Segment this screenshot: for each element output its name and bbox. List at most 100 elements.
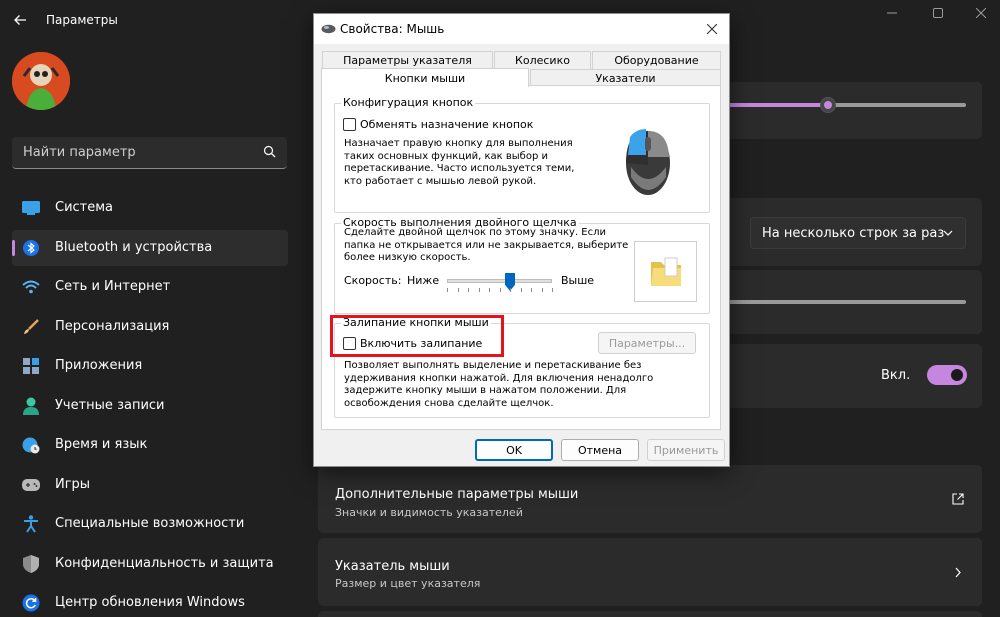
arrow-left-icon: [14, 15, 26, 25]
sidebar-item-windows-update[interactable]: Центр обновления Windows: [12, 585, 288, 617]
sidebar-item-personalization[interactable]: Персонализация: [12, 309, 288, 345]
sidebar-item-network[interactable]: Сеть и Интернет: [12, 269, 288, 305]
slider-tick: [447, 288, 448, 292]
sidebar-item-label: Конфиденциальность и защита: [55, 555, 274, 571]
group-title: Конфигурация кнопок: [341, 96, 476, 109]
folder-icon: [651, 257, 681, 286]
close-window-button[interactable]: [958, 2, 1000, 24]
tab-buttons[interactable]: Кнопки мыши: [321, 68, 529, 87]
toggle-state-label: Вкл.: [881, 368, 911, 383]
gamepad-icon: [22, 476, 40, 494]
sidebar-item-system[interactable]: Система: [12, 190, 288, 226]
swap-buttons-checkbox[interactable]: [343, 118, 356, 131]
slider-tick: [510, 288, 511, 292]
sidebar-item-label: Сеть и Интернет: [55, 279, 171, 294]
mouse-properties-dialog: Свойства: Мышь Параметры указателя Колес…: [313, 13, 730, 467]
minimize-icon: [887, 12, 897, 14]
group-title: Залипание кнопки мыши: [341, 316, 491, 329]
slider-filled-track: [718, 103, 828, 107]
sidebar-item-label: Bluetooth и устройства: [55, 239, 213, 255]
back-button[interactable]: [6, 6, 34, 34]
slider-tick: [468, 288, 469, 292]
slider-track[interactable]: [718, 300, 966, 304]
speed-high-label: Выше: [561, 274, 595, 287]
double-click-description: Сделайте двойной щелчок по этому значку.…: [344, 227, 629, 263]
slider-tick: [478, 288, 480, 292]
slider-tick: [457, 288, 459, 292]
search-icon[interactable]: [263, 145, 277, 159]
inactive-window-scroll-toggle[interactable]: [927, 365, 967, 385]
additional-mouse-settings-card[interactable]: Дополнительные параметры мыши Значки и в…: [318, 465, 982, 533]
sidebar-item-label: Специальные возможности: [55, 516, 245, 531]
display-icon: [22, 199, 40, 217]
sidebar-item-label: Система: [55, 200, 114, 215]
swap-buttons-label: Обменять назначение кнопок: [360, 118, 534, 131]
next-card: [318, 611, 982, 617]
sidebar-item-gaming[interactable]: Игры: [12, 467, 288, 503]
sidebar-item-accessibility[interactable]: Специальные возможности: [12, 506, 288, 542]
click-lock-checkbox[interactable]: [343, 337, 356, 350]
chevron-right-icon: [955, 567, 961, 578]
speed-low-label: Ниже: [407, 274, 440, 287]
maximize-icon: [933, 8, 943, 18]
ok-button[interactable]: OK: [475, 439, 553, 461]
slider-tick: [499, 288, 501, 292]
minimize-button[interactable]: [869, 2, 915, 24]
bluetooth-icon: [22, 239, 40, 257]
slider-thumb[interactable]: [820, 97, 836, 113]
slider-tick: [489, 288, 490, 292]
card-subtitle: Значки и видимость указателей: [335, 506, 523, 519]
click-lock-label: Включить залипание: [360, 337, 483, 350]
avatar[interactable]: [12, 52, 70, 110]
sidebar-item-label: Время и язык: [55, 437, 148, 452]
sidebar-item-label: Центр обновления Windows: [55, 595, 245, 610]
sidebar-item-apps[interactable]: Приложения: [12, 348, 288, 384]
speed-label: Скорость:: [344, 274, 402, 287]
avatar-image: [12, 52, 70, 110]
double-click-speed-track[interactable]: [447, 279, 552, 283]
close-icon: [976, 8, 986, 18]
dialog-titlebar: Свойства: Мышь: [314, 14, 729, 44]
maximize-button[interactable]: [915, 2, 961, 24]
globe-clock-icon: [22, 436, 40, 454]
card-title: Дополнительные параметры мыши: [335, 487, 579, 502]
chevron-down-icon: [943, 230, 953, 236]
dialog-close-button[interactable]: [703, 20, 721, 38]
card-subtitle: Размер и цвет указателя: [335, 577, 481, 590]
sidebar-item-privacy[interactable]: Конфиденциальность и защита: [12, 546, 288, 582]
tab-hardware[interactable]: Оборудование: [592, 51, 721, 69]
mouse-app-icon: [321, 24, 336, 34]
accessibility-icon: [22, 515, 40, 533]
slider-empty-track: [828, 103, 966, 107]
sidebar-item-label: Персонализация: [55, 318, 170, 334]
apps-icon: [22, 357, 40, 375]
update-icon: [22, 594, 40, 612]
scroll-mode-dropdown[interactable]: На несколько строк за раз: [750, 217, 966, 249]
slider-tick: [531, 288, 532, 292]
card-title: Указатель мыши: [335, 559, 450, 574]
cancel-button[interactable]: Отмена: [561, 439, 639, 461]
tab-pointer-options[interactable]: Параметры указателя: [322, 51, 493, 69]
close-icon: [707, 24, 717, 34]
double-click-test-folder[interactable]: [634, 241, 697, 302]
search-input[interactable]: [12, 137, 252, 168]
click-lock-description: Позволяет выполнять выделение и перетаск…: [344, 360, 654, 409]
wifi-icon: [22, 278, 40, 296]
click-lock-settings-button[interactable]: Параметры...: [598, 332, 696, 354]
sidebar-item-bluetooth[interactable]: Bluetooth и устройства: [12, 229, 288, 266]
app-title: Параметры: [46, 13, 118, 27]
swap-buttons-description: Назначает правую кнопку для выполнения т…: [344, 138, 575, 187]
apply-button[interactable]: Применить: [647, 439, 725, 461]
sidebar-item-time-language[interactable]: Время и язык: [12, 427, 288, 463]
brush-icon: [22, 318, 40, 336]
mouse-illustration: [596, 107, 699, 205]
search-box: [12, 137, 287, 169]
sidebar-item-label: Приложения: [55, 358, 143, 373]
sidebar-item-accounts[interactable]: Учетные записи: [12, 388, 288, 424]
mouse-pointer-card[interactable]: Указатель мыши Размер и цвет указателя: [318, 538, 982, 606]
tab-wheel[interactable]: Колесико: [494, 51, 591, 69]
dropdown-value: На несколько строк за раз: [762, 226, 945, 241]
sidebar-nav: Система Bluetooth и устройства Сеть и Ин…: [12, 190, 288, 617]
shield-icon: [22, 554, 40, 573]
person-icon: [22, 397, 40, 415]
